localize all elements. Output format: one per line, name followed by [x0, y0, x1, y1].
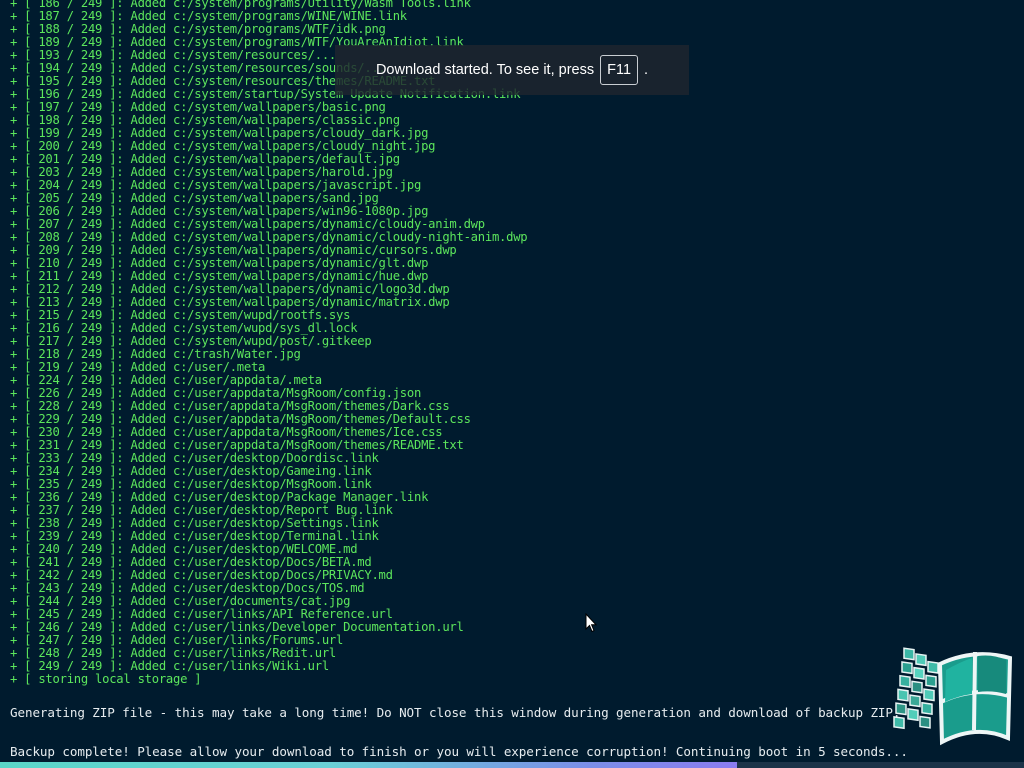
download-notification-suffix: . — [644, 62, 649, 78]
windows-96-logo-icon — [893, 647, 1013, 746]
mouse-pointer-icon — [585, 613, 597, 633]
download-notification-text: Download started. To see it, press — [375, 62, 595, 78]
f11-key-badge: F11 — [600, 55, 639, 85]
backup-log: + [ 186 / 249 ]: Added c:/system/program… — [10, 0, 528, 686]
log-line: + [ storing local storage ] — [10, 672, 202, 686]
download-started-notification: Download started. To see it, press F11 . — [335, 45, 689, 95]
boot-console: + [ 186 / 249 ]: Added c:/system/program… — [0, 0, 1024, 768]
logo-trail — [893, 647, 939, 730]
logo-flag — [937, 651, 1013, 746]
download-progress-fill — [0, 762, 738, 768]
generating-zip-message: Generating ZIP file - this may take a lo… — [10, 705, 901, 720]
download-progress-bar — [0, 762, 1024, 768]
backup-complete-message: Backup complete! Please allow your downl… — [10, 744, 908, 759]
